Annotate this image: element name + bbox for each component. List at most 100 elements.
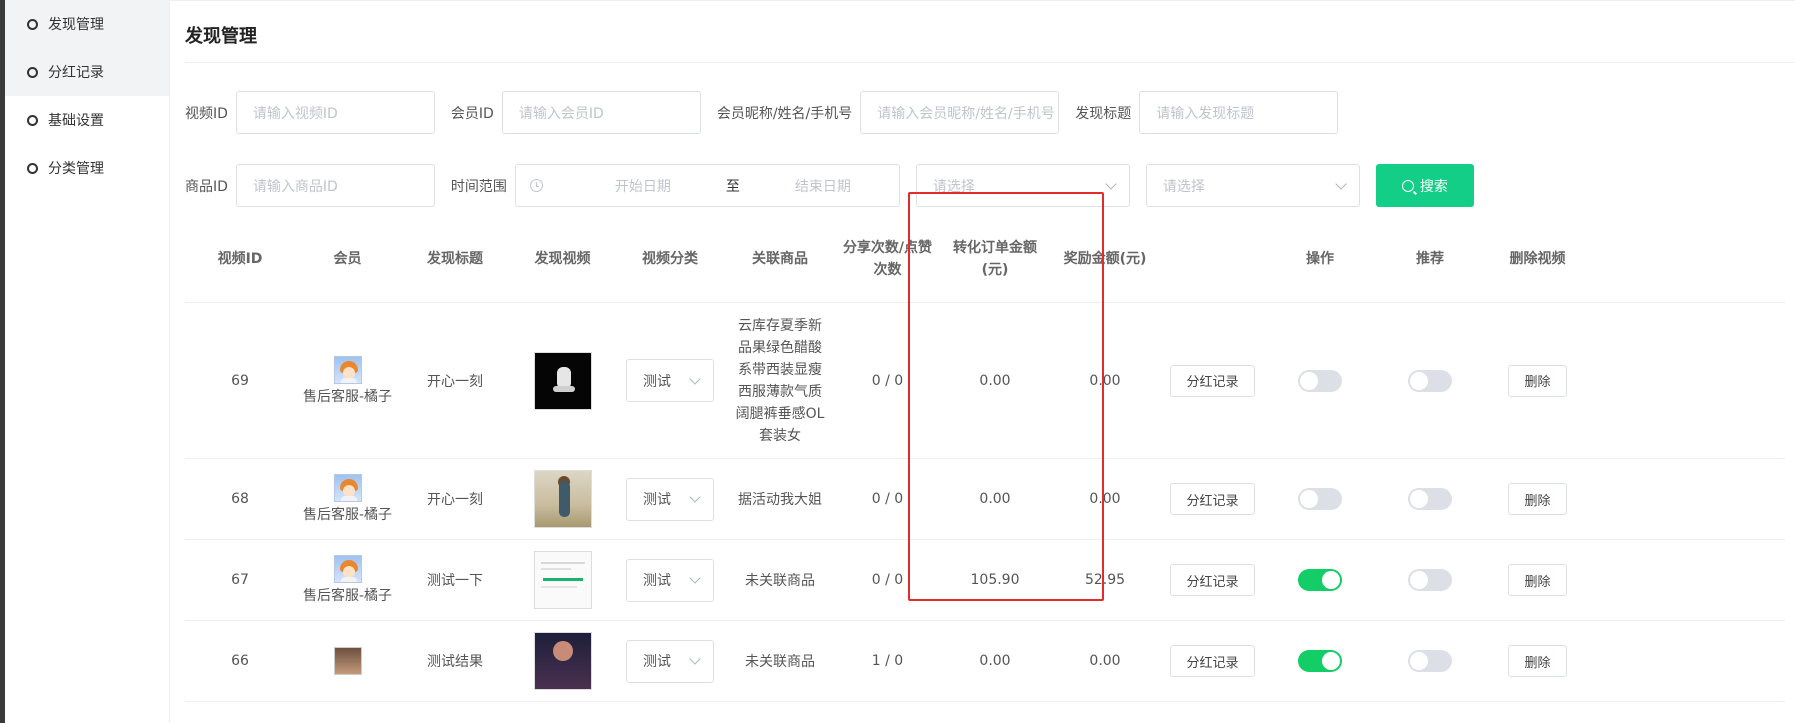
cell-dividend: 分红记录 (1160, 645, 1265, 677)
header-line: (元) (981, 261, 1009, 278)
category-dropdown[interactable]: 测试 (626, 639, 714, 683)
cell-dividend: 分红记录 (1160, 564, 1265, 596)
recommend-toggle[interactable] (1408, 488, 1452, 510)
sidebar-item-category[interactable]: 分类管理 (5, 144, 169, 192)
circle-icon (27, 66, 38, 78)
placeholder: 请输入商品ID (252, 178, 338, 195)
video-thumbnail[interactable] (533, 470, 592, 528)
search-button[interactable]: 搜索 (1375, 164, 1474, 207)
divider (185, 62, 1795, 63)
cell-member (295, 647, 400, 675)
member-info-label: 会员昵称/姓名/手机号 (716, 105, 853, 122)
dropdown-value: 测试 (643, 654, 671, 670)
avatar (333, 555, 362, 583)
placeholder: 请输入视频ID (252, 105, 338, 122)
main-content: 发现管理 视频ID 请输入视频ID 会员ID 请输入会员ID 会员昵称/姓名/手… (170, 0, 1795, 723)
header-video-id: 视频ID (217, 250, 263, 267)
video-id-input[interactable]: 请输入视频ID (235, 91, 435, 134)
delete-button[interactable]: 删除 (1508, 364, 1567, 397)
filter-row-2: 商品ID 请输入商品ID 时间范围 开始日期 至 结束日期 请选择 请选择 搜索 (185, 164, 1474, 207)
cell-delete: 删除 (1485, 564, 1590, 596)
chevron-down-icon (689, 491, 701, 503)
video-thumbnail[interactable] (533, 632, 592, 690)
header-goods: 关联商品 (752, 250, 808, 267)
category-dropdown[interactable]: 测试 (626, 359, 714, 402)
operation-toggle[interactable] (1298, 569, 1342, 591)
cell-category: 测试 (615, 558, 725, 602)
placeholder: 请输入会员昵称/姓名/手机号 (877, 105, 1055, 122)
cell-member: 售后客服-橘子 (295, 555, 400, 605)
recommend-toggle[interactable] (1408, 569, 1452, 591)
chevron-down-icon (689, 372, 701, 385)
header-line: 分享次数/点赞 (842, 239, 933, 256)
cell-recommend (1375, 488, 1485, 510)
dividend-record-button[interactable]: 分红记录 (1170, 564, 1255, 596)
category-dropdown[interactable]: 测试 (626, 477, 714, 521)
recommend-toggle[interactable] (1408, 369, 1452, 392)
sidebar-item-settings[interactable]: 基础设置 (5, 96, 169, 144)
cell-goods: 未关联商品 (745, 654, 815, 670)
video-table: 视频ID 会员 发现标题 发现视频 视频分类 关联商品 分享次数/点赞 次数 转… (185, 215, 1785, 702)
member-info-input[interactable]: 请输入会员昵称/姓名/手机号 (860, 91, 1060, 134)
cell-share-like: 1 / 0 (871, 653, 904, 669)
cell-operation (1265, 650, 1375, 672)
cell-order-amount: 105.90 (970, 572, 1020, 588)
cell-order-amount: 0.00 (979, 491, 1011, 507)
cell-reward-amount: 52.95 (1084, 572, 1126, 588)
goods-id-input[interactable]: 请输入商品ID (235, 164, 435, 207)
status-select[interactable]: 请选择 (1145, 164, 1360, 207)
dividend-record-button[interactable]: 分红记录 (1170, 645, 1255, 677)
member-id-input[interactable]: 请输入会员ID (501, 91, 701, 134)
cell-category: 测试 (615, 477, 725, 521)
operation-toggle[interactable] (1298, 650, 1342, 672)
cell-order-amount: 0.00 (979, 653, 1011, 669)
header-line: 转化订单金额 (953, 239, 1037, 256)
recommend-toggle[interactable] (1408, 650, 1452, 672)
search-icon (1401, 179, 1414, 192)
date-range-picker[interactable]: 开始日期 至 结束日期 (514, 164, 900, 207)
delete-button[interactable]: 删除 (1508, 483, 1567, 515)
member-name: 售后客服-橘子 (302, 507, 393, 523)
avatar (333, 355, 362, 384)
placeholder: 请输入会员ID (518, 105, 604, 122)
member-name: 售后客服-橘子 (302, 588, 393, 604)
cell-delete: 删除 (1485, 483, 1590, 515)
video-thumbnail[interactable] (533, 551, 592, 609)
operation-toggle[interactable] (1298, 369, 1342, 392)
cell-goods: 据活动我大姐 (738, 492, 822, 508)
cell-title: 测试一下 (427, 573, 483, 589)
operation-toggle[interactable] (1298, 488, 1342, 510)
time-range-label: 时间范围 (450, 178, 507, 195)
sidebar: 发现管理 分红记录 基础设置 分类管理 (5, 0, 170, 723)
delete-button[interactable]: 删除 (1508, 564, 1567, 596)
header-delete-video: 删除视频 (1509, 250, 1566, 267)
table-row: 69 售后客服-橘子 开心一刻 测试 云库存夏季新品果绿色醋酸系带西装显瘦西服薄… (185, 303, 1785, 459)
sidebar-item-discover[interactable]: 发现管理 (5, 0, 169, 48)
cell-order-amount: 0.00 (979, 372, 1011, 389)
cell-title: 开心一刻 (427, 373, 483, 390)
search-button-label: 搜索 (1419, 178, 1448, 195)
table-row: 67 售后客服-橘子 测试一下 测试 未关联商品 0 / 0 105.90 52… (185, 540, 1785, 621)
category-dropdown[interactable]: 测试 (626, 558, 714, 602)
cell-share-like: 0 / 0 (871, 372, 904, 389)
sidebar-item-dividend[interactable]: 分红记录 (5, 48, 169, 96)
filter-row-1: 视频ID 请输入视频ID 会员ID 请输入会员ID 会员昵称/姓名/手机号 请输… (185, 91, 1354, 134)
dividend-record-button[interactable]: 分红记录 (1170, 364, 1255, 397)
delete-button[interactable]: 删除 (1508, 645, 1567, 677)
video-thumbnail[interactable] (533, 351, 592, 410)
chevron-down-icon (1105, 177, 1117, 190)
dividend-record-button[interactable]: 分红记录 (1170, 483, 1255, 515)
cell-video-id: 68 (231, 491, 249, 507)
placeholder: 请输入发现标题 (1156, 105, 1255, 122)
avatar (333, 647, 362, 675)
cell-reward-amount: 0.00 (1089, 372, 1121, 389)
title-input[interactable]: 请输入发现标题 (1139, 91, 1339, 134)
chevron-down-icon (689, 572, 701, 584)
category-select[interactable]: 请选择 (915, 164, 1130, 207)
cell-title: 开心一刻 (427, 492, 483, 508)
goods-id-label: 商品ID (185, 178, 228, 195)
cell-goods: 云库存夏季新品果绿色醋酸系带西装显瘦西服薄款气质阔腿裤垂感OL套装女 (735, 317, 825, 444)
cell-reward-amount: 0.00 (1089, 653, 1121, 669)
cell-video-id: 66 (231, 653, 249, 669)
cell-video (510, 470, 615, 528)
